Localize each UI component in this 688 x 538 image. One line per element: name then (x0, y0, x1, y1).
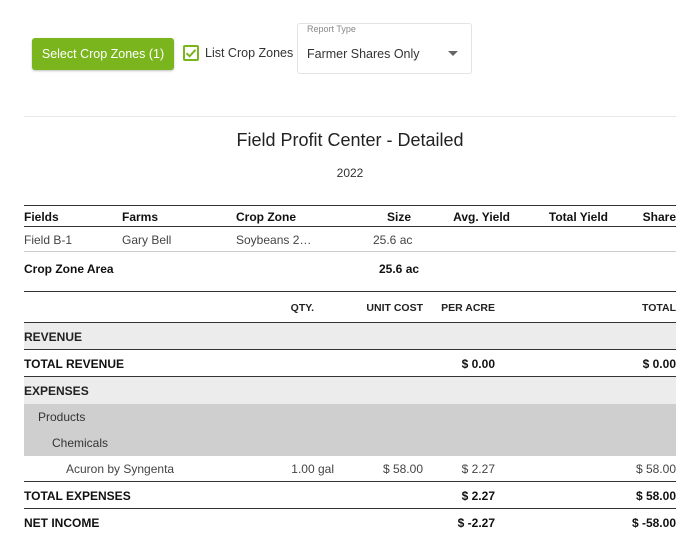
farm-name: Gary Bell (122, 233, 172, 247)
product-per-acre: $ 2.27 (461, 462, 495, 476)
crop-zone-area-label: Crop Zone Area (24, 262, 114, 276)
chemicals-label: Chemicals (52, 436, 109, 450)
col-total-yield: Total Yield (548, 210, 608, 224)
expenses-section: EXPENSES (24, 377, 676, 404)
table-row: Field B-1 Gary Bell Soybeans 2… 25.6 ac (24, 227, 676, 252)
expenses-label: EXPENSES (24, 384, 89, 398)
net-income-row: NET INCOME $ -2.27 $ -58.00 (24, 509, 676, 536)
product-name: Acuron by Syngenta (66, 462, 175, 476)
table-row: Acuron by Syngenta 1.00 gal $ 58.00 $ 2.… (24, 456, 676, 482)
financials-table: QTY. UNIT COST PER ACRE TOTAL REVENUE TO… (24, 291, 676, 536)
fields-table: Fields Farms Crop Zone Size Avg. Yield T… (24, 205, 676, 289)
col-farms: Farms (122, 210, 159, 224)
col-share: Share (642, 210, 676, 224)
net-income-total: $ -58.00 (631, 516, 676, 530)
total-expenses-per-acre: $ 2.27 (461, 489, 495, 503)
col-fields: Fields (24, 210, 59, 224)
crop-zone-area-value: 25.6 ac (379, 262, 420, 276)
report-type-label: Report Type (307, 24, 356, 34)
list-crop-zones-label: List Crop Zones (205, 46, 294, 60)
report-type-value: Farmer Shares Only (307, 47, 420, 61)
total-expenses-label: TOTAL EXPENSES (24, 489, 131, 503)
header-divider (24, 116, 676, 117)
revenue-section: REVENUE (24, 323, 676, 350)
total-revenue-per-acre: $ 0.00 (461, 357, 495, 371)
field-name: Field B-1 (24, 233, 73, 247)
col-avg-yield: Avg. Yield (453, 210, 510, 224)
net-income-per-acre: $ -2.27 (457, 516, 495, 530)
col-total: TOTAL (641, 302, 676, 314)
total-revenue-row: TOTAL REVENUE $ 0.00 $ 0.00 (24, 350, 676, 377)
select-crop-zones-button[interactable]: Select Crop Zones (1) (32, 38, 174, 70)
total-revenue-total: $ 0.00 (642, 357, 676, 371)
fields-table-header: Fields Farms Crop Zone Size Avg. Yield T… (24, 205, 676, 227)
field-size: 25.6 ac (373, 233, 413, 247)
total-expenses-total: $ 58.00 (635, 489, 676, 503)
total-expenses-row: TOTAL EXPENSES $ 2.27 $ 58.00 (24, 482, 676, 509)
col-unit-cost: UNIT COST (366, 302, 423, 314)
report-title: Field Profit Center - Detailed (236, 130, 464, 150)
report-type-select[interactable]: Report Type Farmer Shares Only (297, 23, 472, 74)
col-size: Size (386, 210, 411, 224)
product-qty: 1.00 gal (291, 462, 334, 476)
check-icon (185, 49, 197, 58)
net-income-label: NET INCOME (24, 516, 100, 530)
report-toolbar: Select Crop Zones (1) List Crop Zones Re… (0, 0, 688, 90)
report-year: 2022 (336, 166, 364, 180)
products-label: Products (38, 410, 86, 424)
financials-header: QTY. UNIT COST PER ACRE TOTAL (24, 291, 676, 323)
crop-zone-area-row: Crop Zone Area 25.6 ac (24, 252, 676, 289)
crop-zone-name: Soybeans 2… (236, 233, 312, 247)
col-qty: QTY. (290, 302, 314, 314)
list-crop-zones-checkbox[interactable] (183, 45, 199, 61)
revenue-label: REVENUE (24, 330, 83, 344)
col-per-acre: PER ACRE (441, 302, 495, 314)
caret-down-icon[interactable] (448, 51, 458, 56)
col-crop-zone: Crop Zone (236, 210, 296, 224)
products-group: Products (24, 404, 676, 430)
chemicals-group: Chemicals (24, 430, 676, 456)
product-total: $ 58.00 (635, 462, 676, 476)
list-crop-zones-toggle[interactable]: List Crop Zones (183, 45, 293, 61)
total-revenue-label: TOTAL REVENUE (24, 357, 125, 371)
product-unit-cost: $ 58.00 (382, 462, 423, 476)
